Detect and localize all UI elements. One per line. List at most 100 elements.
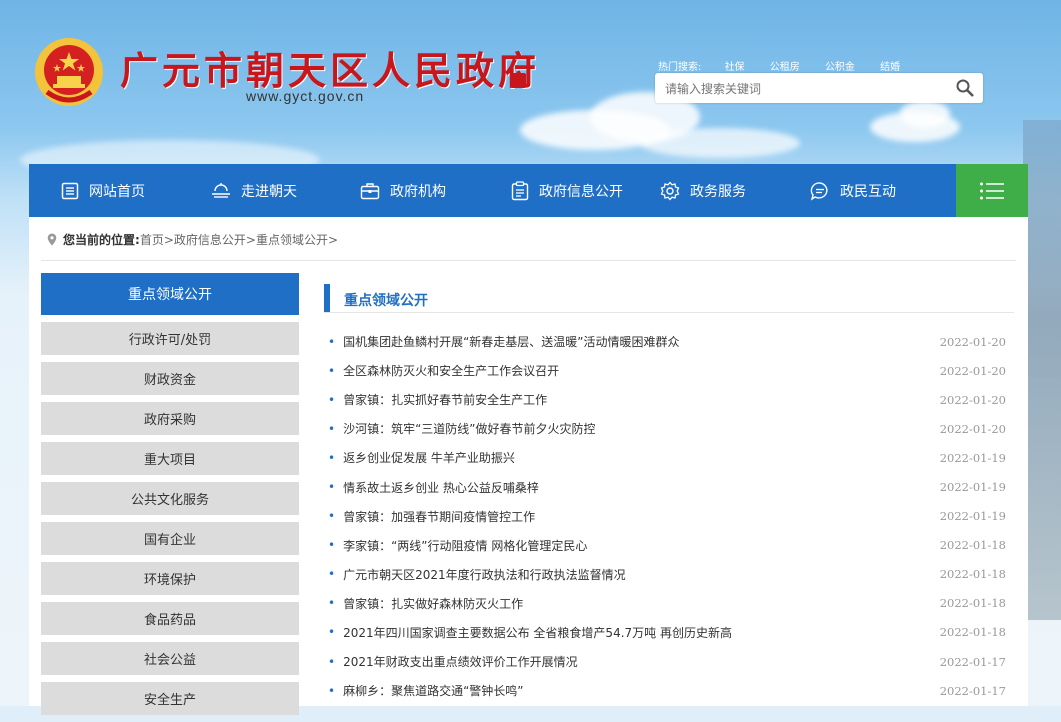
article-date: 2022-01-20 — [939, 421, 1006, 436]
hot-search: 热门搜索: 社保 公租房 公积金 结婚 — [658, 58, 922, 73]
section-header: 重点领域公开 — [324, 284, 1014, 313]
list-item: • 曾家镇：扎实抓好春节前安全生产工作 2022-01-20 — [324, 385, 1014, 414]
bullet-icon: • — [328, 363, 336, 378]
landscape-icon — [212, 182, 230, 198]
article-link[interactable]: • 麻柳乡：聚焦道路交通“警钟长鸣” — [324, 682, 524, 699]
section-title: 重点领域公开 — [344, 292, 428, 309]
article-link[interactable]: • 返乡创业促发展 牛羊产业助振兴 — [324, 449, 515, 466]
sidebar-item[interactable]: 安全生产 — [41, 682, 299, 715]
bullet-icon: • — [328, 450, 336, 465]
bullet-icon: • — [328, 625, 336, 640]
search-icon[interactable] — [955, 78, 975, 98]
article-title: 广元市朝天区2021年度行政执法和行政执法监督情况 — [343, 567, 626, 582]
article-link[interactable]: • 曾家镇：扎实抓好春节前安全生产工作 — [324, 391, 547, 408]
sidebar-item[interactable]: 国有企业 — [41, 522, 299, 555]
bullet-icon: • — [328, 654, 336, 669]
article-title: 国机集团赴鱼鳞村开展“新春走基层、送温暖”活动情暖困难群众 — [343, 335, 680, 350]
gear-icon — [660, 181, 680, 200]
article-link[interactable]: • 沙河镇：筑牢“三道防线”做好春节前夕火灾防控 — [324, 420, 596, 437]
article-title: 情系故土返乡创业 热心公益反哺桑梓 — [343, 480, 539, 495]
content-panel: 您当前的位置: 首页 > 政府信息公开 > 重点领域公开 > 重点领域公开 行政许可/… — [29, 217, 1028, 715]
site-url: www.gyct.gov.cn — [246, 88, 365, 104]
article-date: 2022-01-19 — [939, 450, 1006, 465]
document-icon — [61, 182, 79, 199]
list-item: • 2021年四川国家调查主要数据公布 全省粮食增产54.7万吨 再创历史新高 20… — [324, 618, 1014, 647]
briefcase-icon — [360, 182, 380, 199]
article-title: 全区森林防灭火和安全生产工作会议召开 — [343, 364, 560, 379]
article-link[interactable]: • 情系故土返乡创业 热心公益反哺桑梓 — [324, 479, 539, 496]
main-nav: 网站首页 走进朝天 政府机构 政府信息公开 政务服务 政民互动 — [29, 164, 1028, 217]
article-link[interactable]: • 国机集团赴鱼鳞村开展“新春走基层、送温暖”活动情暖困难群众 — [324, 333, 680, 350]
hot-link[interactable]: 社保 — [725, 62, 745, 73]
list-item: • 曾家镇：加强春节期间疫情管控工作 2022-01-19 — [324, 502, 1014, 531]
article-date: 2022-01-20 — [939, 363, 1006, 378]
breadcrumb-separator: > — [245, 232, 256, 247]
bullet-icon: • — [328, 480, 336, 495]
hot-search-label: 热门搜索: — [658, 62, 702, 73]
cloud-decoration — [640, 128, 800, 158]
hot-link[interactable]: 公租房 — [770, 62, 800, 73]
article-list: • 国机集团赴鱼鳞村开展“新春走基层、送温暖”活动情暖困难群众 2022-01-20… — [324, 327, 1014, 705]
article-title: 李家镇：“两线”行动阻疫情 网格化管理定民心 — [343, 538, 588, 553]
article-link[interactable]: • 李家镇：“两线”行动阻疫情 网格化管理定民心 — [324, 537, 587, 554]
nav-label: 网站首页 — [89, 183, 145, 200]
search-input[interactable] — [663, 73, 947, 105]
article-link[interactable]: • 2021年财政支出重点绩效评价工作开展情况 — [324, 653, 578, 670]
article-date: 2022-01-18 — [939, 625, 1006, 640]
article-date: 2022-01-19 — [939, 480, 1006, 495]
list-item: • 2021年财政支出重点绩效评价工作开展情况 2022-01-17 — [324, 647, 1014, 676]
breadcrumb-link[interactable]: 政府信息公开 — [174, 231, 246, 248]
nav-label: 走进朝天 — [241, 183, 297, 200]
title-accent-bar — [324, 284, 330, 312]
clipboard-icon — [511, 180, 529, 200]
sidebar-item[interactable]: 重大项目 — [41, 442, 299, 475]
article-link[interactable]: • 曾家镇：扎实做好森林防灭火工作 — [324, 595, 523, 612]
bullet-icon: • — [328, 538, 336, 553]
bullet-icon: • — [328, 334, 336, 349]
article-link[interactable]: • 全区森林防灭火和安全生产工作会议召开 — [324, 362, 559, 379]
sidebar-item[interactable]: 财政资金 — [41, 362, 299, 395]
sidebar: 重点领域公开 行政许可/处罚 财政资金 政府采购 重大项目 公共文化服务 国有企… — [41, 273, 299, 722]
menu-icon — [980, 182, 1004, 199]
article-date: 2022-01-20 — [939, 392, 1006, 407]
article-date: 2022-01-19 — [939, 509, 1006, 524]
menu-button[interactable] — [956, 164, 1028, 217]
hot-link[interactable]: 公积金 — [825, 62, 855, 73]
article-title: 曾家镇：加强春节期间疫情管控工作 — [343, 509, 536, 524]
list-item: • 情系故土返乡创业 热心公益反哺桑梓 2022-01-19 — [324, 472, 1014, 501]
article-section: 重点领域公开 • 国机集团赴鱼鳞村开展“新春走基层、送温暖”活动情暖困难群众 202… — [324, 284, 1014, 705]
nav-item-info-disclosure[interactable]: 政府信息公开 — [511, 164, 623, 217]
nav-item-home[interactable]: 网站首页 — [61, 164, 145, 217]
article-title: 麻柳乡：聚焦道路交通“警钟长鸣” — [343, 684, 524, 699]
article-date: 2022-01-17 — [939, 654, 1006, 669]
article-date: 2022-01-20 — [939, 334, 1006, 349]
national-emblem-icon — [35, 38, 103, 106]
article-date: 2022-01-18 — [939, 567, 1006, 582]
breadcrumb-link[interactable]: 重点领域公开 — [256, 231, 328, 248]
bullet-icon: • — [328, 567, 336, 582]
sidebar-item[interactable]: 环境保护 — [41, 562, 299, 595]
list-item: • 麻柳乡：聚焦道路交通“警钟长鸣” 2022-01-17 — [324, 676, 1014, 705]
list-item: • 全区森林防灭火和安全生产工作会议召开 2022-01-20 — [324, 356, 1014, 385]
article-link[interactable]: • 广元市朝天区2021年度行政执法和行政执法监督情况 — [324, 566, 626, 583]
article-link[interactable]: • 2021年四川国家调查主要数据公布 全省粮食增产54.7万吨 再创历史新高 — [324, 624, 732, 641]
location-pin-icon — [47, 233, 57, 246]
sidebar-item[interactable]: 行政许可/处罚 — [41, 322, 299, 355]
bullet-icon: • — [328, 596, 336, 611]
article-title: 沙河镇：筑牢“三道防线”做好春节前夕火灾防控 — [343, 422, 596, 437]
sidebar-item[interactable]: 政府采购 — [41, 402, 299, 435]
nav-label: 政民互动 — [840, 183, 896, 200]
breadcrumb-link[interactable]: 首页 — [140, 231, 164, 248]
nav-item-interaction[interactable]: 政民互动 — [810, 164, 896, 217]
sidebar-item[interactable]: 公共文化服务 — [41, 482, 299, 515]
article-title: 2021年财政支出重点绩效评价工作开展情况 — [343, 655, 578, 670]
sidebar-item[interactable]: 食品药品 — [41, 602, 299, 635]
sidebar-item[interactable]: 社会公益 — [41, 642, 299, 675]
article-title: 曾家镇：扎实抓好春节前安全生产工作 — [343, 393, 548, 408]
nav-item-about[interactable]: 走进朝天 — [211, 164, 297, 217]
nav-item-services[interactable]: 政务服务 — [660, 164, 746, 217]
nav-item-agencies[interactable]: 政府机构 — [360, 164, 446, 217]
hot-link[interactable]: 结婚 — [880, 62, 900, 73]
bullet-icon: • — [328, 683, 336, 698]
article-link[interactable]: • 曾家镇：加强春节期间疫情管控工作 — [324, 508, 535, 525]
